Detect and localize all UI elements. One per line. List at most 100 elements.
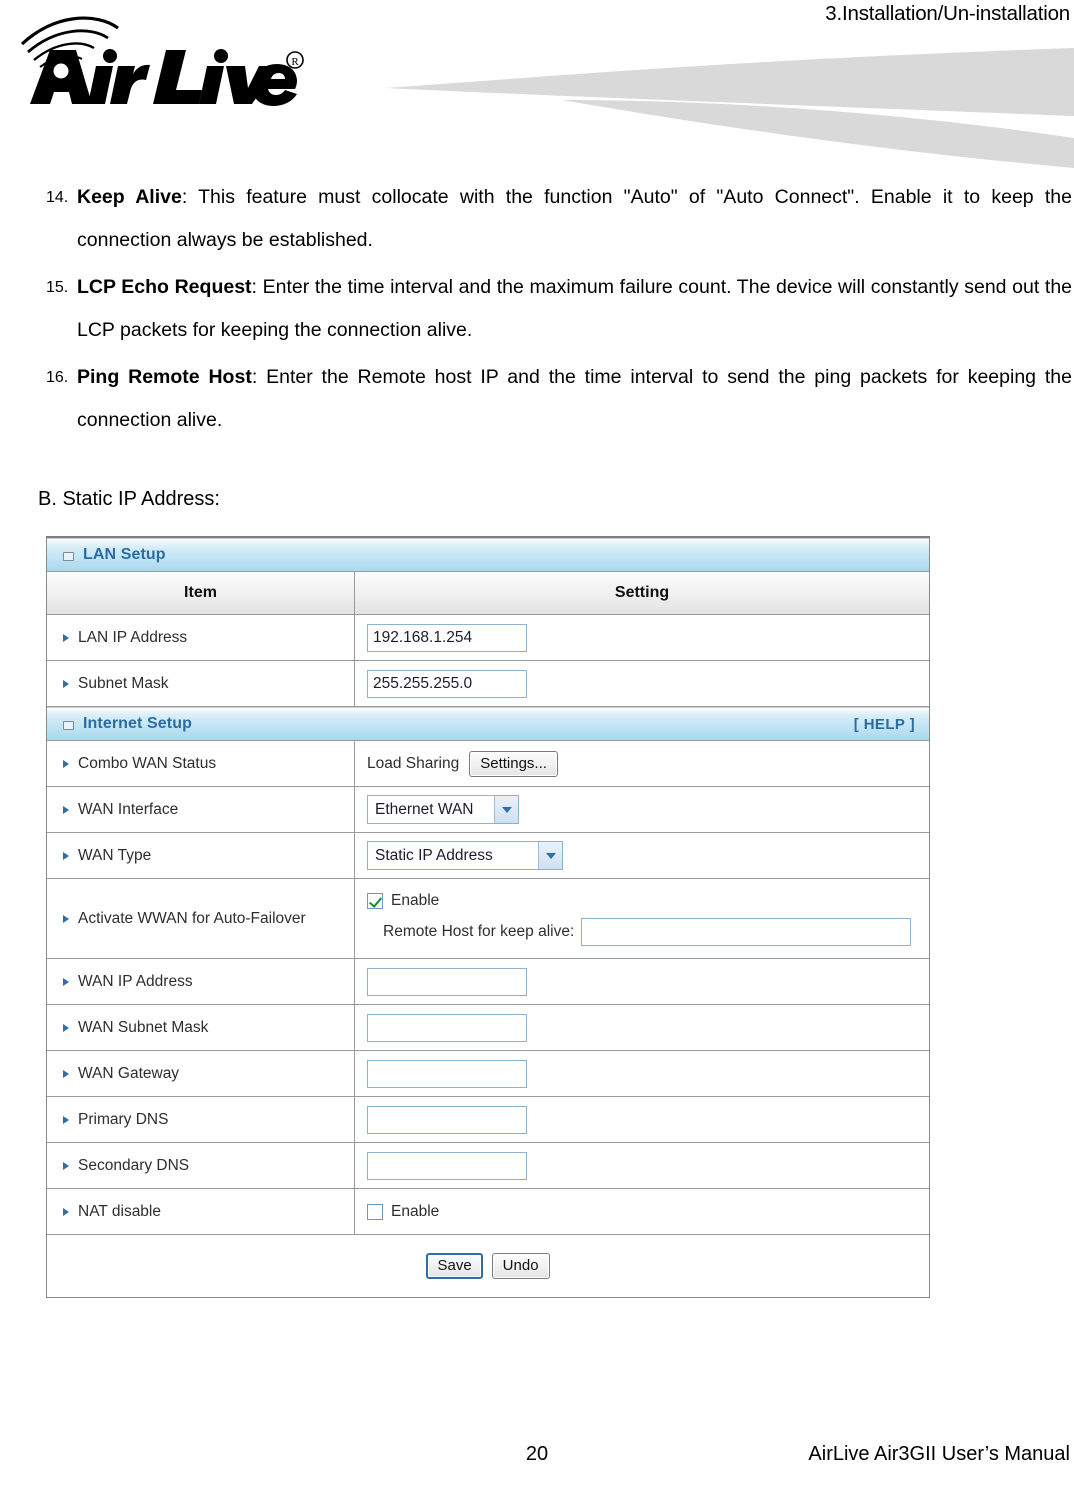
list-item-text: : This feature must collocate with the f… [77,186,1072,251]
list-item-number: 15. [46,279,69,296]
table-row: Primary DNS [47,1097,929,1143]
row-value [355,1051,929,1096]
chevron-down-icon[interactable] [494,796,518,823]
list-item: 15. LCP Echo Request: Enter the time int… [0,266,1074,352]
row-label-wan-subnet-mask: WAN Subnet Mask [47,1005,355,1050]
settings-button[interactable]: Settings... [469,750,558,777]
bullet-arrow-icon [63,633,69,642]
chevron-down-icon[interactable] [538,842,562,869]
row-label-secondary-dns: Secondary DNS [47,1143,355,1188]
svg-text:R: R [291,56,299,68]
list-item: 14. Keep Alive: This feature must colloc… [0,176,1074,262]
row-label-wan-interface: WAN Interface [47,787,355,832]
bullet-arrow-icon [63,759,69,768]
table-row: Secondary DNS [47,1143,929,1189]
wan-interface-selected-value: Ethernet WAN [375,800,474,818]
nat-disable-checkbox[interactable] [367,1203,383,1220]
wan-type-selected-value: Static IP Address [375,846,493,864]
row-label-text: Primary DNS [78,1110,169,1128]
primary-dns-input[interactable] [367,1105,527,1134]
wwan-enable-checkbox[interactable] [367,892,383,909]
subnet-mask-input[interactable] [367,669,527,698]
list-item-term: LCP Echo Request [77,276,252,298]
row-label-activate-wwan: Activate WWAN for Auto-Failover [47,879,355,958]
table-row: Combo WAN Status Load Sharing Settings..… [47,741,929,787]
row-value [355,959,929,1004]
row-label-wan-ip-address: WAN IP Address [47,959,355,1004]
table-row: Activate WWAN for Auto-Failover Enable R… [47,879,929,959]
save-button[interactable]: Save [426,1253,483,1279]
column-header-item: Item [47,572,355,614]
list-item-number: 16. [46,369,69,386]
row-label-combo-wan-status: Combo WAN Status [47,741,355,786]
bullet-arrow-icon [63,1023,69,1032]
wwan-enable-row: Enable [367,892,439,910]
row-value [355,1143,929,1188]
bullet-arrow-icon [63,1161,69,1170]
internet-setup-section-header: Internet Setup [ HELP ] [47,707,929,741]
load-sharing-text: Load Sharing [367,754,460,772]
remote-host-row: Remote Host for keep alive: [367,917,912,946]
row-label-wan-gateway: WAN Gateway [47,1051,355,1096]
list-item-number: 14. [46,189,69,206]
router-config-panel: LAN Setup Item Setting LAN IP Address Su… [46,536,930,1298]
document-body: 14. Keep Alive: This feature must colloc… [0,176,1074,512]
lan-setup-section-header: LAN Setup [47,538,929,572]
wan-type-select[interactable]: Static IP Address [367,841,563,870]
help-link[interactable]: [ HELP ] [854,716,915,733]
row-value: Ethernet WAN [355,787,929,832]
wan-interface-select[interactable]: Ethernet WAN [367,795,519,824]
row-label-text: WAN Gateway [78,1064,180,1082]
remote-host-input[interactable] [581,917,912,946]
table-row: WAN Interface Ethernet WAN [47,787,929,833]
table-column-headers: Item Setting [47,572,929,615]
bullet-arrow-icon [63,1115,69,1124]
row-label-wan-type: WAN Type [47,833,355,878]
table-row: WAN Gateway [47,1051,929,1097]
table-row: WAN IP Address [47,959,929,1005]
bullet-arrow-icon [63,679,69,688]
bullet-arrow-icon [63,977,69,986]
document-section-title: 3.Installation/Un-installation [825,2,1070,25]
table-row: WAN Type Static IP Address [47,833,929,879]
secondary-dns-input[interactable] [367,1151,527,1180]
row-value [355,1005,929,1050]
page-number: 20 [525,1443,549,1465]
table-row: LAN IP Address [47,615,929,661]
row-label-text: Subnet Mask [78,674,169,692]
subsection-heading: B. Static IP Address: [38,488,220,510]
row-value: Load Sharing Settings... [355,741,929,786]
page-header: 3.Installation/Un-installation R [0,0,1074,168]
page-footer: 20 AirLive Air3GII User’s Manual [0,1443,1074,1473]
lan-ip-address-input[interactable] [367,623,527,652]
wwan-enable-label: Enable [391,891,440,909]
undo-button[interactable]: Undo [491,1253,550,1279]
table-row: NAT disable Enable [47,1189,929,1235]
row-label-primary-dns: Primary DNS [47,1097,355,1142]
list-item: 16. Ping Remote Host: Enter the Remote h… [0,356,1074,442]
column-header-setting: Setting [614,584,670,601]
row-label-text: Activate WWAN for Auto-Failover [78,909,306,927]
row-label-text: Combo WAN Status [78,754,217,772]
wan-subnet-mask-input[interactable] [367,1013,527,1042]
numbered-list: 14. Keep Alive: This feature must colloc… [0,176,1074,442]
lan-setup-title: LAN Setup [83,546,166,563]
row-label-lan-ip-address: LAN IP Address [47,615,355,660]
row-value [355,661,929,706]
manual-title: AirLive Air3GII User’s Manual [808,1443,1070,1465]
window-icon [63,551,74,561]
wan-ip-address-input[interactable] [367,967,527,996]
row-value [355,1097,929,1142]
wan-gateway-input[interactable] [367,1059,527,1088]
row-label-text: Secondary DNS [78,1156,190,1174]
bullet-arrow-icon [63,805,69,814]
list-item-term: Keep Alive [77,186,182,208]
row-label-text: WAN IP Address [78,972,193,990]
bullet-arrow-icon [63,851,69,860]
bullet-arrow-icon [63,1207,69,1216]
list-item-term: Ping Remote Host [77,366,252,388]
row-value: Enable Remote Host for keep alive: [355,879,929,958]
row-label-text: WAN Interface [78,800,179,818]
bullet-arrow-icon [63,914,69,923]
window-icon [63,720,74,730]
